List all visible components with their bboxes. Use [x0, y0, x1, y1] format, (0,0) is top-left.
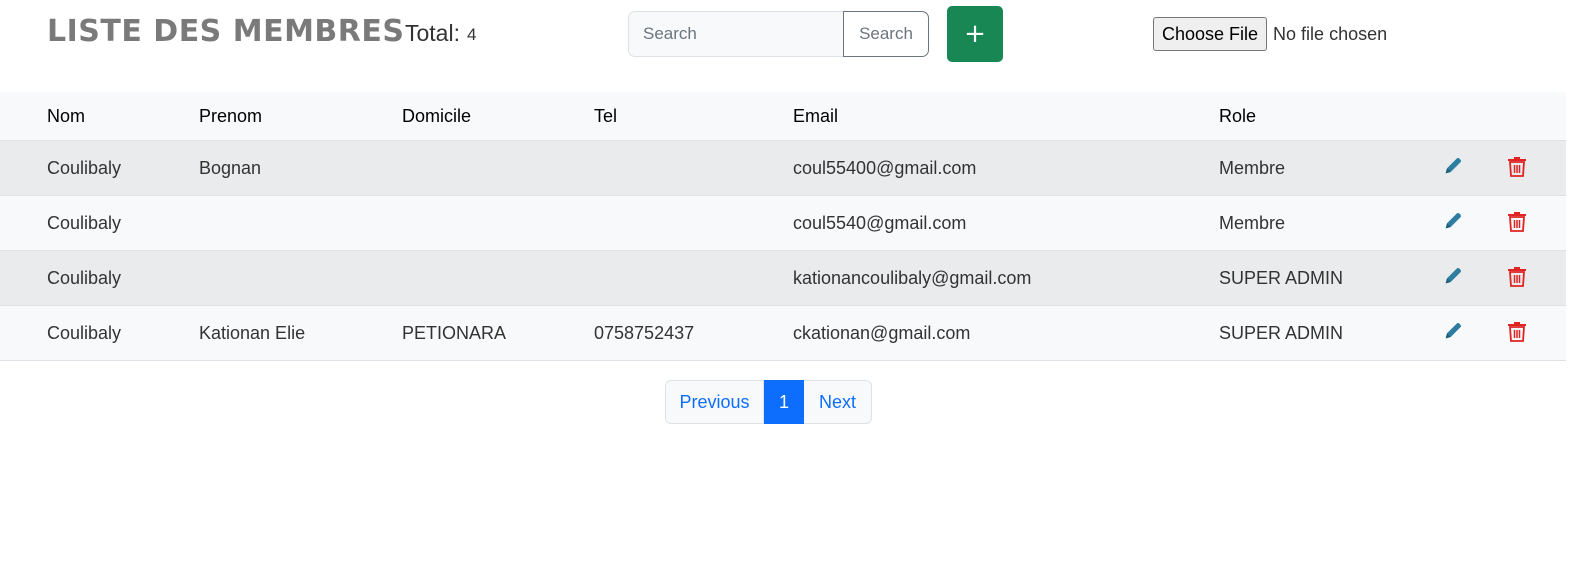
search-input[interactable]: [628, 11, 843, 57]
page-header: LISTE DES MEMBRES Total: 4 Search + Choo…: [0, 0, 1580, 92]
cell-prenom: [199, 250, 402, 306]
cell-email: coul5540@gmail.com: [793, 195, 1219, 251]
table-header-row: Nom Prenom Domicile Tel Email Role: [0, 92, 1566, 141]
table-row: Coulibaly coul5540@gmail.com Membre: [0, 195, 1566, 251]
cell-domicile: [402, 250, 594, 306]
cell-role: SUPER ADMIN: [1219, 250, 1442, 306]
cell-domicile: [402, 195, 594, 251]
table-row: Coulibaly Kationan Elie PETIONARA 075875…: [0, 305, 1566, 361]
pencil-icon[interactable]: [1442, 265, 1464, 287]
pencil-icon[interactable]: [1442, 210, 1464, 232]
column-header-tel: Tel: [594, 92, 793, 141]
column-header-role: Role: [1219, 92, 1442, 141]
cell-role: SUPER ADMIN: [1219, 305, 1442, 361]
column-header-email: Email: [793, 92, 1219, 141]
cell-tel: 0758752437: [594, 305, 793, 361]
cell-nom: Coulibaly: [47, 305, 199, 361]
file-input: Choose File No file chosen: [1153, 17, 1387, 51]
trash-icon[interactable]: [1507, 210, 1527, 232]
cell-nom: Coulibaly: [47, 140, 199, 196]
pencil-icon[interactable]: [1442, 155, 1464, 177]
cell-domicile: PETIONARA: [402, 305, 594, 361]
search-button[interactable]: Search: [843, 11, 929, 57]
cell-role: Membre: [1219, 140, 1442, 196]
trash-icon[interactable]: [1507, 320, 1527, 342]
table-row: Coulibaly Bognan coul55400@gmail.com Mem…: [0, 140, 1566, 196]
table-row: Coulibaly kationancoulibaly@gmail.com SU…: [0, 250, 1566, 306]
pagination-page-1[interactable]: 1: [764, 380, 804, 424]
column-header-domicile: Domicile: [402, 92, 594, 141]
cell-tel: [594, 250, 793, 306]
trash-icon[interactable]: [1507, 155, 1527, 177]
pagination-next[interactable]: Next: [804, 380, 872, 424]
column-header-nom: Nom: [47, 92, 199, 141]
cell-email: coul55400@gmail.com: [793, 140, 1219, 196]
column-header-prenom: Prenom: [199, 92, 402, 141]
cell-prenom: [199, 195, 402, 251]
cell-role: Membre: [1219, 195, 1442, 251]
pencil-icon[interactable]: [1442, 320, 1464, 342]
cell-email: ckationan@gmail.com: [793, 305, 1219, 361]
members-table: Nom Prenom Domicile Tel Email Role Couli…: [0, 92, 1566, 361]
page-title: LISTE DES MEMBRES: [47, 14, 405, 49]
total-count: 4: [467, 25, 477, 44]
pagination: Previous 1 Next: [665, 380, 872, 424]
cell-tel: [594, 195, 793, 251]
pagination-previous[interactable]: Previous: [665, 380, 764, 424]
trash-icon[interactable]: [1507, 265, 1527, 287]
search-form: Search: [628, 11, 929, 57]
cell-email: kationancoulibaly@gmail.com: [793, 250, 1219, 306]
cell-prenom: Kationan Elie: [199, 305, 402, 361]
add-member-button[interactable]: +: [947, 6, 1003, 62]
cell-nom: Coulibaly: [47, 250, 199, 306]
cell-prenom: Bognan: [199, 140, 402, 196]
total-label: Total:: [405, 20, 460, 46]
choose-file-button[interactable]: Choose File: [1153, 17, 1268, 51]
cell-tel: [594, 140, 793, 196]
cell-nom: Coulibaly: [47, 195, 199, 251]
cell-domicile: [402, 140, 594, 196]
file-status: No file chosen: [1273, 23, 1388, 44]
